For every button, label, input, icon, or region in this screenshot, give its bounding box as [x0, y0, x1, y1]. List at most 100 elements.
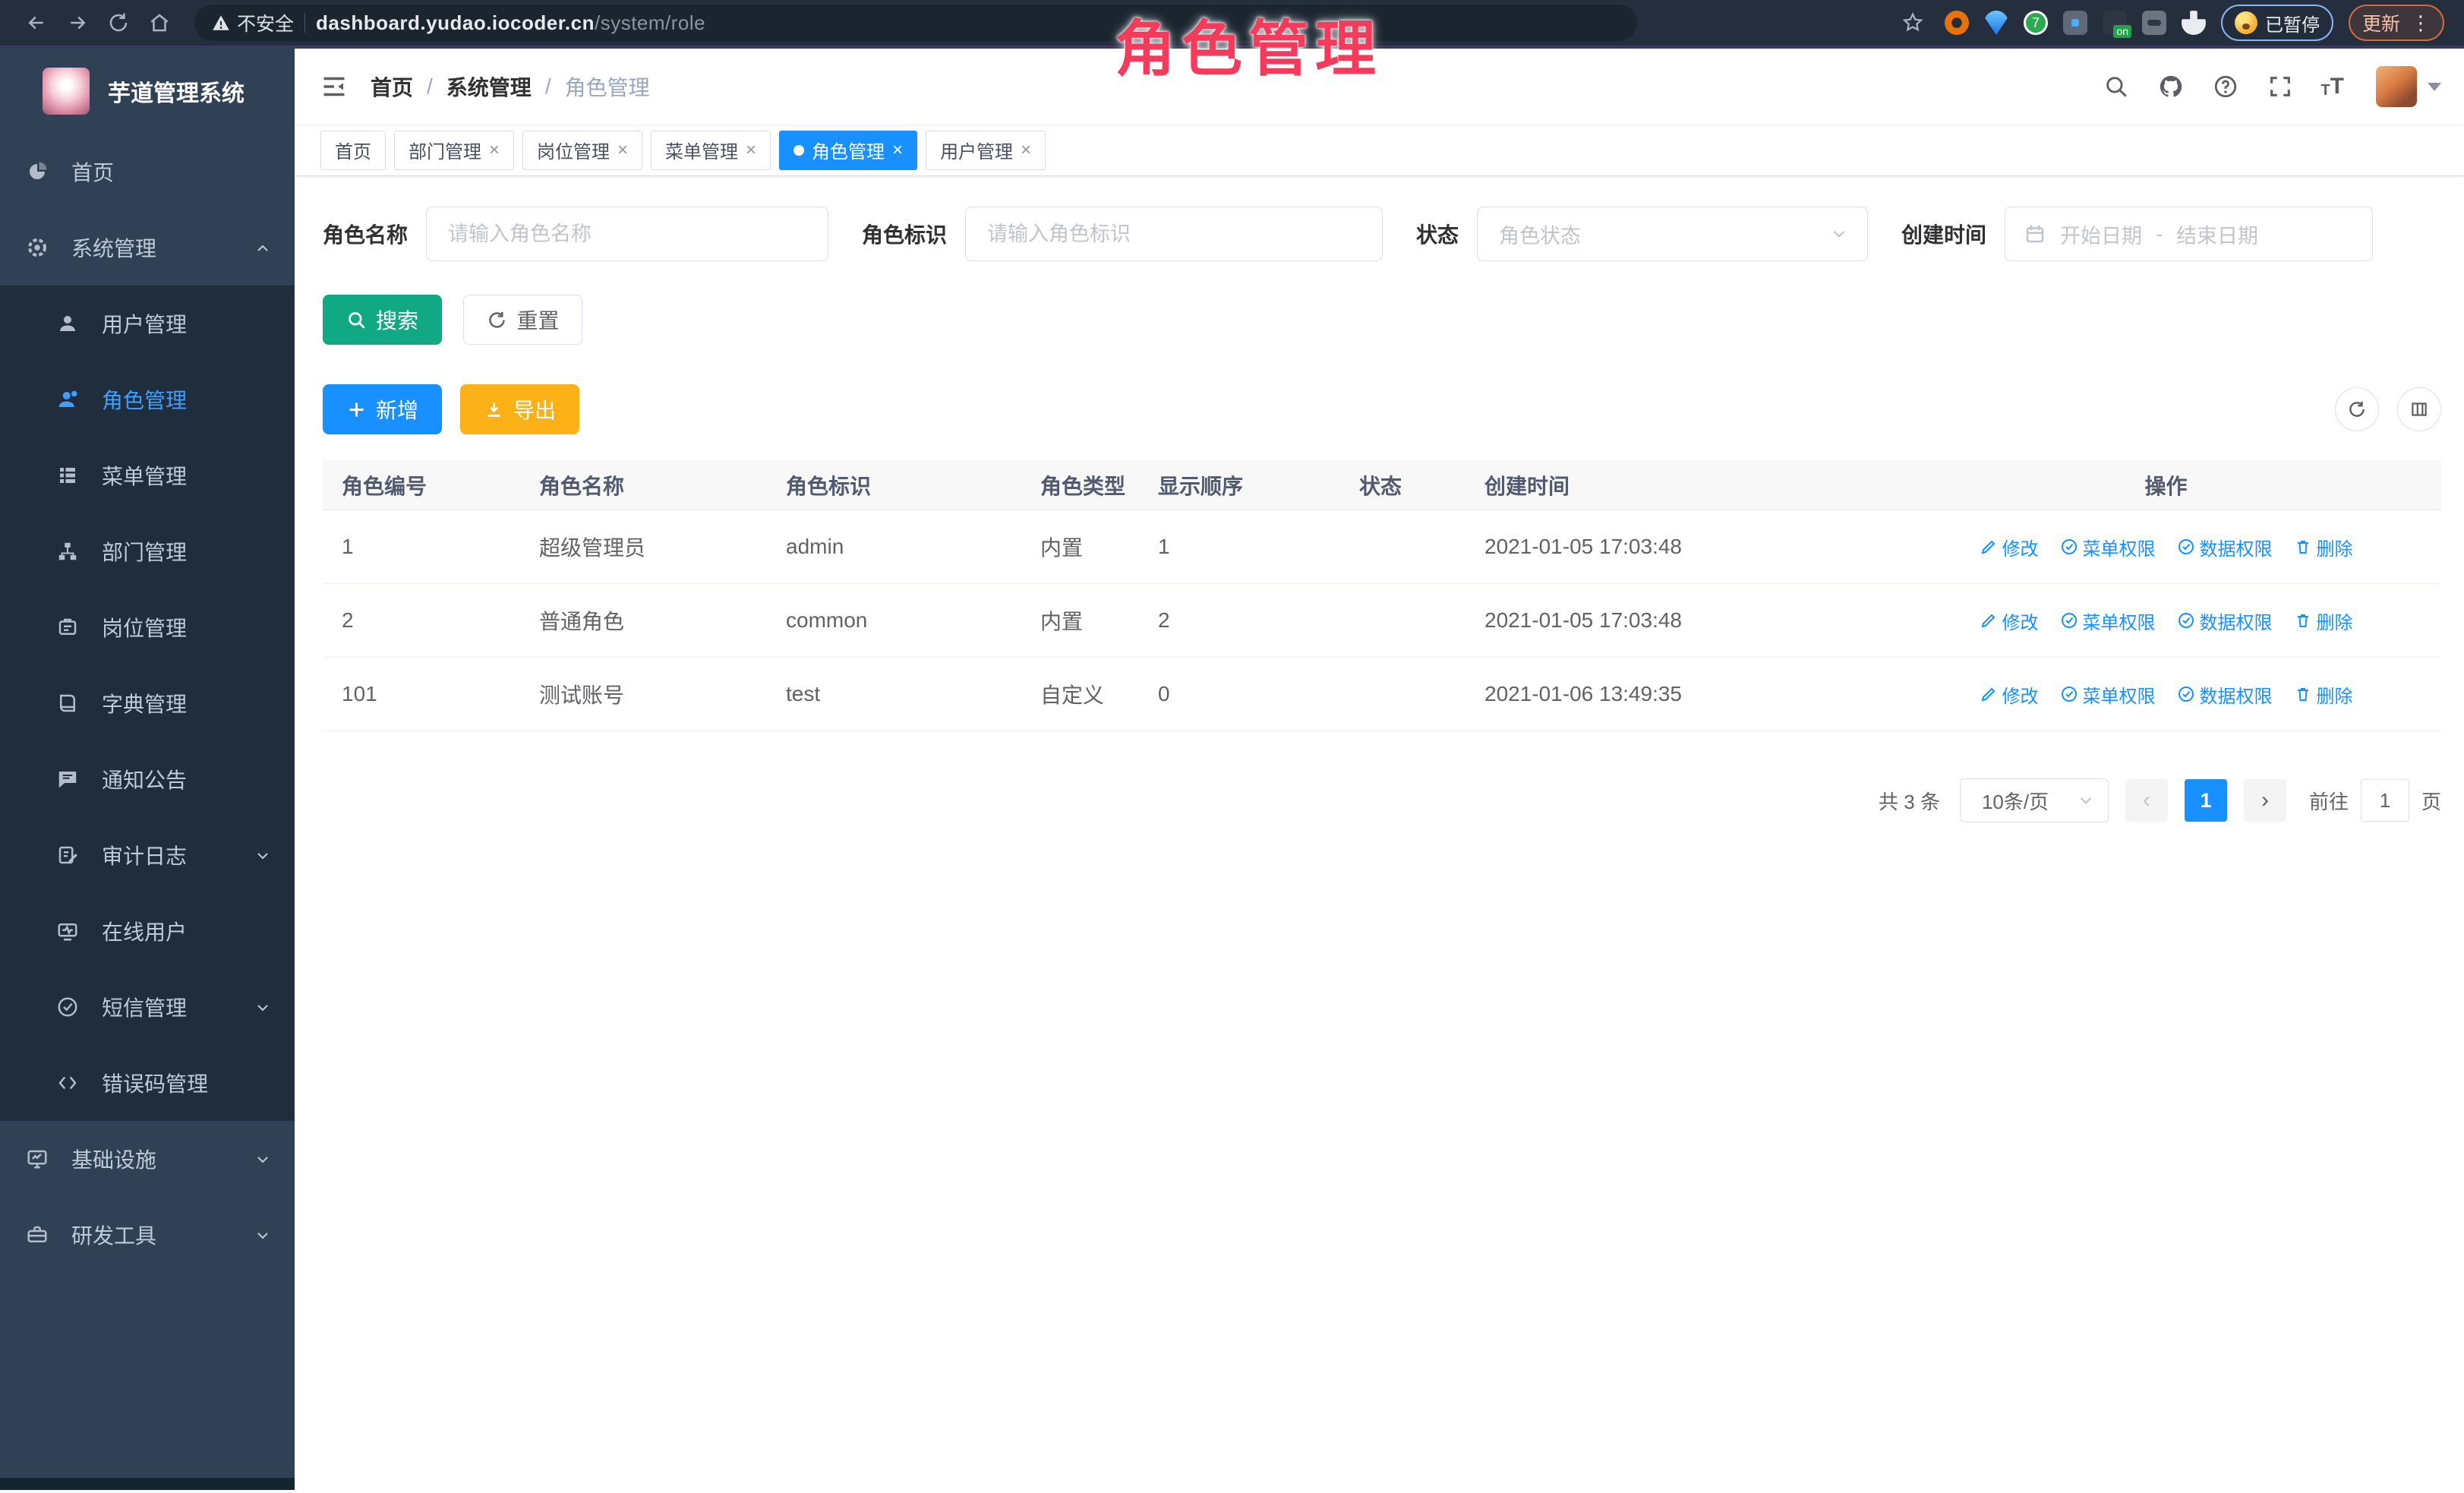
sidebar-item-departments[interactable]: 部门管理: [0, 513, 295, 589]
tab-posts[interactable]: 岗位管理×: [522, 131, 642, 170]
date-range-picker[interactable]: 开始日期 - 结束日期: [2005, 207, 2373, 261]
browser-home-button[interactable]: [143, 6, 176, 39]
sidebar-item-system[interactable]: 系统管理: [0, 210, 295, 286]
prev-page-button[interactable]: ‹: [2125, 779, 2168, 822]
extension-icon-green[interactable]: 7: [2024, 11, 2048, 35]
tab-users[interactable]: 用户管理×: [926, 131, 1046, 170]
extension-icon-orange[interactable]: [1945, 11, 1969, 35]
column-settings-button[interactable]: [2397, 387, 2441, 431]
refresh-icon: [2347, 399, 2367, 419]
add-button[interactable]: 新增: [323, 384, 442, 434]
warning-icon: [211, 13, 231, 33]
font-size-icon[interactable]: TT: [2320, 74, 2344, 99]
sidebar-item-infrastructure[interactable]: 基础设施: [0, 1121, 295, 1197]
role-key: admin: [767, 535, 1021, 559]
role-name-input[interactable]: [426, 207, 828, 261]
paused-pill[interactable]: 已暂停: [2221, 5, 2333, 41]
sidebar-item-home[interactable]: 首页: [0, 134, 295, 210]
dashboard-icon: [26, 160, 49, 183]
role-key-label: 角色标识: [862, 219, 947, 249]
check-circle-icon: [2177, 611, 2195, 630]
breadcrumb-home[interactable]: 首页: [371, 71, 413, 102]
sidebar-item-users[interactable]: 用户管理: [0, 286, 295, 361]
table-toolbar: 新增 导出: [323, 384, 2441, 434]
extension-icon-monkey[interactable]: [2142, 11, 2166, 35]
bookmark-star-icon[interactable]: [1896, 6, 1929, 39]
sidebar-item-label: 菜单管理: [102, 460, 187, 491]
menu-permission-link[interactable]: 菜单权限: [2060, 534, 2156, 560]
extension-icon-switch[interactable]: on: [2103, 11, 2127, 35]
sidebar-item-dev-tools[interactable]: 研发工具: [0, 1197, 295, 1273]
extensions-puzzle-icon[interactable]: [2182, 11, 2206, 35]
menu-permission-link[interactable]: 菜单权限: [2060, 681, 2156, 708]
book-icon: [56, 692, 79, 715]
sidebar-item-dict[interactable]: 字典管理: [0, 665, 295, 741]
close-icon[interactable]: ×: [489, 140, 500, 161]
sidebar-item-label: 在线用户: [102, 916, 187, 946]
next-page-button[interactable]: ›: [2244, 779, 2286, 822]
menu-permission-link[interactable]: 菜单权限: [2060, 608, 2156, 634]
search-icon[interactable]: [2102, 72, 2131, 101]
role-name: 测试账号: [520, 679, 767, 709]
delete-link[interactable]: 删除: [2294, 681, 2353, 708]
update-label: 更新: [2362, 9, 2400, 36]
create-time: 2021-01-05 17:03:48: [1465, 535, 1891, 559]
data-permission-link[interactable]: 数据权限: [2177, 681, 2273, 708]
hamburger-fold-icon[interactable]: [320, 71, 351, 102]
tab-home[interactable]: 首页: [320, 131, 386, 170]
edit-link[interactable]: 修改: [1980, 681, 2039, 708]
search-button[interactable]: 搜索: [323, 295, 442, 345]
app-title: 芋道管理系统: [108, 74, 245, 108]
browser-update-button[interactable]: 更新 ⋮: [2349, 5, 2444, 41]
data-permission-link[interactable]: 数据权限: [2177, 534, 2273, 560]
extension-icon-translate[interactable]: [2063, 11, 2087, 35]
delete-link[interactable]: 删除: [2294, 534, 2353, 560]
trash-icon: [2294, 611, 2312, 630]
reset-button[interactable]: 重置: [463, 295, 582, 345]
breadcrumb-system[interactable]: 系统管理: [446, 71, 532, 102]
create-time-label: 创建时间: [1901, 219, 1986, 249]
page-size-select[interactable]: 10条/页: [1960, 778, 2109, 822]
sidebar-item-sms[interactable]: 短信管理: [0, 969, 295, 1045]
role-key-input[interactable]: [965, 207, 1383, 261]
sidebar-item-audit-log[interactable]: 审计日志: [0, 817, 295, 893]
edit-link[interactable]: 修改: [1980, 534, 2039, 560]
sidebar-item-posts[interactable]: 岗位管理: [0, 589, 295, 665]
delete-link[interactable]: 删除: [2294, 608, 2353, 634]
user-menu[interactable]: [2376, 66, 2441, 107]
screen: 不安全 dashboard.yudao.iocoder.cn/system/ro…: [0, 0, 2464, 1493]
fullscreen-icon[interactable]: [2266, 72, 2295, 101]
browser-menu-icon[interactable]: ⋮: [2411, 11, 2431, 35]
browser-reload-button[interactable]: [102, 6, 135, 39]
extension-icon-gem[interactable]: [1984, 11, 2008, 35]
close-icon[interactable]: ×: [746, 140, 756, 161]
close-icon[interactable]: ×: [617, 140, 628, 161]
sidebar-logo[interactable]: 芋道管理系统: [0, 49, 295, 134]
status-select[interactable]: 角色状态: [1477, 207, 1868, 261]
sidebar-item-online-users[interactable]: 在线用户: [0, 893, 295, 969]
sidebar-item-roles[interactable]: 角色管理: [0, 361, 295, 437]
browser-address-bar[interactable]: 不安全 dashboard.yudao.iocoder.cn/system/ro…: [194, 5, 1637, 41]
tab-departments[interactable]: 部门管理×: [394, 131, 514, 170]
edit-link[interactable]: 修改: [1980, 608, 2039, 634]
security-warning[interactable]: 不安全: [211, 9, 294, 36]
goto-page-input[interactable]: [2361, 779, 2409, 822]
close-icon[interactable]: ×: [1021, 140, 1031, 161]
github-icon[interactable]: [2156, 72, 2185, 101]
page-1-button[interactable]: 1: [2185, 779, 2227, 822]
sidebar-item-error-codes[interactable]: 错误码管理: [0, 1045, 295, 1121]
sidebar-item-menus[interactable]: 菜单管理: [0, 437, 295, 513]
avatar[interactable]: [2376, 66, 2417, 107]
export-button[interactable]: 导出: [460, 384, 579, 434]
help-icon[interactable]: [2211, 72, 2240, 101]
browser-back-button[interactable]: [20, 6, 53, 39]
data-permission-link[interactable]: 数据权限: [2177, 608, 2273, 634]
col-header: 显示顺序: [1139, 470, 1340, 500]
tab-menus[interactable]: 菜单管理×: [651, 131, 771, 170]
tab-roles[interactable]: 角色管理×: [779, 131, 917, 170]
browser-forward-button[interactable]: [61, 6, 94, 39]
close-icon[interactable]: ×: [892, 140, 903, 161]
sidebar-item-notice[interactable]: 通知公告: [0, 741, 295, 817]
role-id: 2: [323, 608, 520, 633]
refresh-table-button[interactable]: [2335, 387, 2379, 431]
